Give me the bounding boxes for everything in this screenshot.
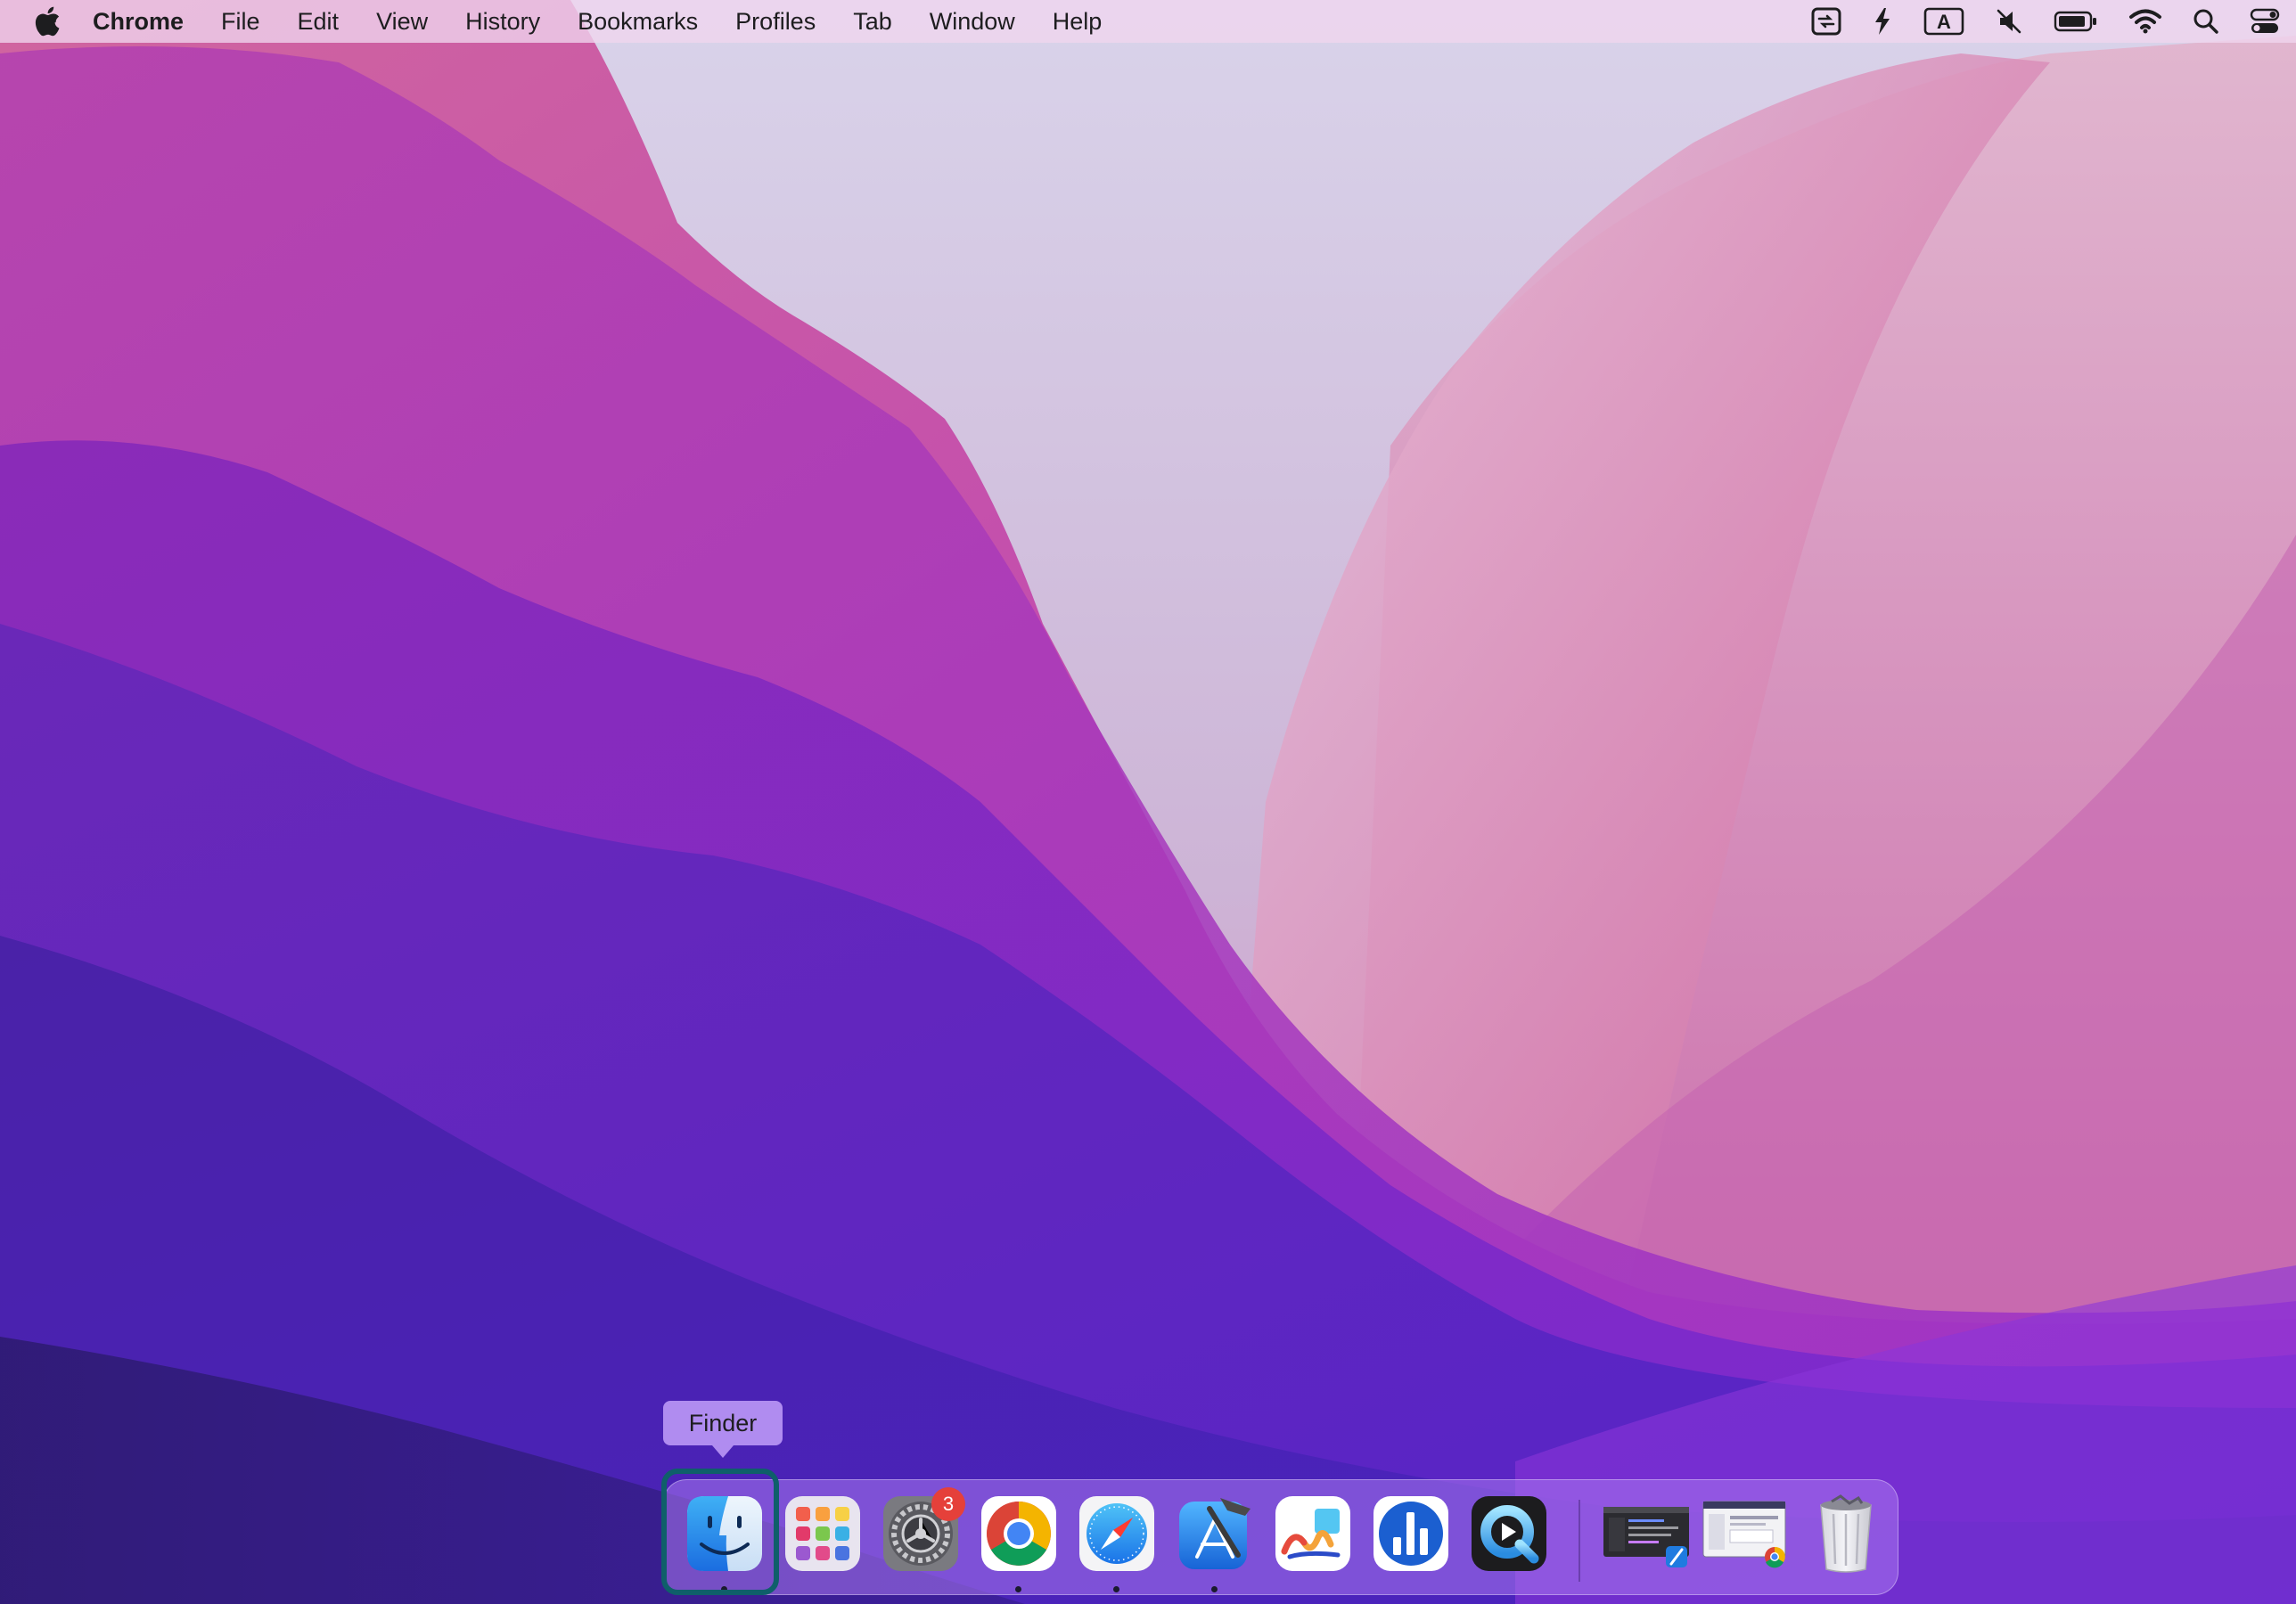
instruments-icon <box>1374 1496 1448 1571</box>
chrome-icon <box>981 1496 1056 1571</box>
dock-item-launchpad[interactable] <box>782 1493 864 1575</box>
menu-tab[interactable]: Tab <box>834 0 911 43</box>
apple-menu-icon[interactable] <box>34 6 61 37</box>
menu-history[interactable]: History <box>447 0 559 43</box>
spotlight-search-icon[interactable] <box>2193 0 2219 43</box>
dock-item-quicktime[interactable] <box>1468 1493 1550 1575</box>
menu-view[interactable]: View <box>357 0 447 43</box>
pen-tool-icon[interactable] <box>1872 0 1893 43</box>
dock-item-trash[interactable] <box>1805 1493 1887 1575</box>
dock-item-system-preferences[interactable]: 3 <box>880 1487 965 1575</box>
running-indicator <box>1211 1586 1218 1592</box>
desktop: Chrome File Edit View History Bookmarks … <box>0 0 2296 1604</box>
xcode-icon <box>1179 1498 1250 1569</box>
dock-divider <box>1578 1500 1580 1582</box>
menu-app-name[interactable]: Chrome <box>93 0 202 43</box>
launchpad-icon <box>785 1496 860 1571</box>
chrome-window-thumbnail[interactable] <box>1702 1493 1791 1575</box>
control-center-icon[interactable] <box>2250 0 2280 43</box>
dock: 3 <box>663 1479 1898 1595</box>
trash-icon <box>1820 1494 1872 1573</box>
menu-bookmarks[interactable]: Bookmarks <box>559 0 717 43</box>
input-source-label: A <box>1937 11 1951 33</box>
menu-edit[interactable]: Edit <box>279 0 358 43</box>
menu-window[interactable]: Window <box>911 0 1034 43</box>
safari-icon <box>1079 1496 1154 1571</box>
running-indicator <box>1113 1586 1119 1592</box>
dock-item-freeform[interactable] <box>1272 1493 1354 1575</box>
wifi-icon[interactable] <box>2128 0 2162 43</box>
wallpaper <box>0 0 2296 1604</box>
dock-item-instruments[interactable] <box>1370 1493 1452 1575</box>
screen-share-icon[interactable] <box>1811 0 1841 43</box>
sound-muted-icon[interactable] <box>1995 0 2023 43</box>
window-thumbnail-icon <box>1603 1507 1689 1567</box>
dock-item-xcode[interactable] <box>1174 1493 1256 1575</box>
menu-bar: Chrome File Edit View History Bookmarks … <box>0 0 2296 43</box>
xcode-window-thumbnail[interactable] <box>1602 1493 1691 1575</box>
dock-item-chrome[interactable] <box>978 1493 1060 1575</box>
menu-file[interactable]: File <box>202 0 279 43</box>
input-source-icon[interactable]: A <box>1923 0 1964 43</box>
dock-tooltip: Finder <box>663 1401 783 1458</box>
running-indicator <box>1015 1586 1021 1592</box>
freeform-icon <box>1275 1496 1350 1571</box>
menu-profiles[interactable]: Profiles <box>717 0 834 43</box>
dock-item-safari[interactable] <box>1076 1493 1158 1575</box>
notification-badge: 3 <box>931 1487 965 1521</box>
menu-help[interactable]: Help <box>1034 0 1121 43</box>
dock-focus-ring <box>661 1469 779 1595</box>
battery-icon[interactable] <box>2054 0 2098 43</box>
quicktime-icon <box>1472 1496 1546 1571</box>
window-thumbnail-icon <box>1702 1501 1786 1568</box>
